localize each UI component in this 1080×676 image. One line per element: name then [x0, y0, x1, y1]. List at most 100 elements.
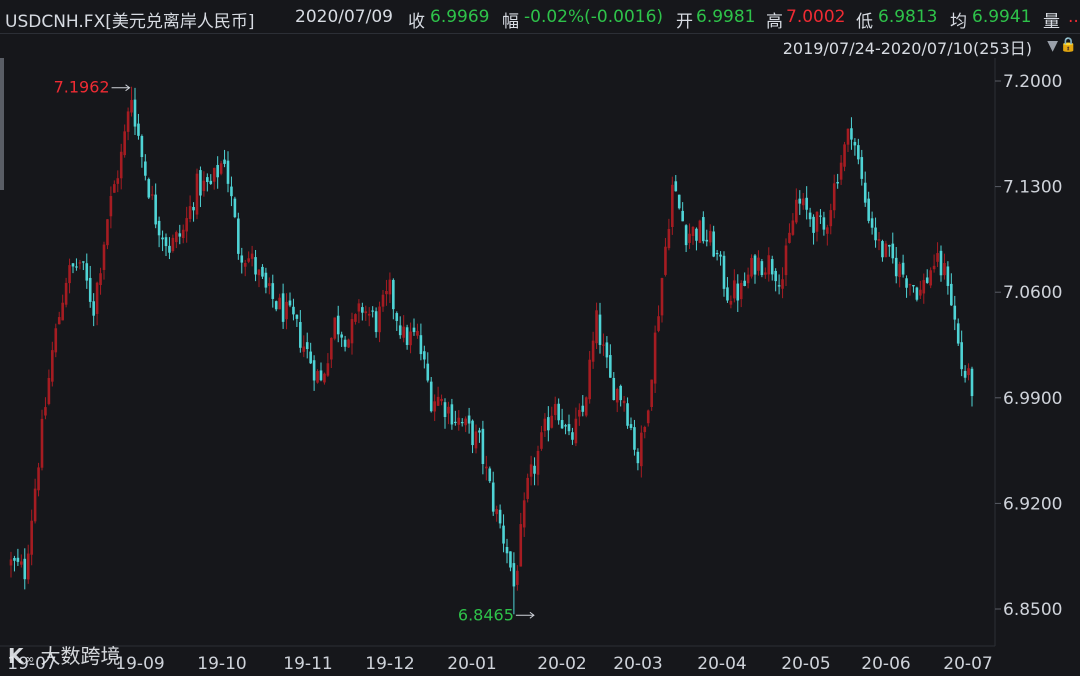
candle-body	[61, 302, 64, 321]
candle-body	[691, 226, 695, 237]
candle-body	[371, 310, 374, 312]
candle-body	[829, 210, 833, 227]
candle-body	[419, 335, 423, 355]
candle-body	[784, 245, 788, 276]
candle-body	[498, 509, 502, 524]
candle-body	[140, 136, 144, 158]
candle-body	[226, 160, 230, 184]
candle-body	[970, 368, 974, 397]
candle-body	[836, 182, 839, 184]
candle-body	[657, 316, 660, 331]
candle-body	[805, 197, 808, 210]
candle-body	[299, 322, 302, 348]
y-tick-label: 6.9900	[1003, 389, 1062, 409]
candle-body	[925, 277, 929, 283]
candle-body	[47, 377, 51, 404]
y-axis-ticks: 7.2000 7.1300 7.0600 6.9900 6.9200 6.8500	[995, 72, 1062, 620]
candle-body	[154, 194, 157, 225]
candle-body	[636, 451, 640, 464]
candle-body	[429, 381, 433, 412]
candle-body	[443, 402, 447, 418]
candle-body	[574, 418, 578, 444]
candle-body	[774, 270, 777, 282]
candle-body	[798, 198, 802, 204]
candle-body	[912, 285, 915, 287]
candle-body	[705, 239, 709, 242]
candle-body	[667, 229, 671, 249]
candle-body	[168, 245, 171, 253]
candle-body	[250, 253, 254, 259]
candle-body	[16, 557, 20, 562]
candle-body	[874, 227, 877, 241]
candle-body	[175, 232, 178, 243]
candle-body	[354, 314, 357, 322]
x-tick-label: 20-03	[613, 654, 662, 674]
candle-body	[157, 220, 161, 236]
candle-body	[753, 255, 757, 275]
candle-body	[281, 293, 285, 322]
candle-body	[684, 225, 688, 246]
candle-body	[123, 131, 126, 156]
candle-body	[150, 194, 154, 196]
candle-body	[884, 243, 888, 258]
y-tick-label: 7.1300	[1003, 178, 1062, 198]
x-tick-label: 19-09	[115, 654, 164, 674]
candle-body	[88, 277, 92, 302]
candle-body	[626, 403, 629, 426]
candle-body	[543, 418, 547, 431]
candle-body	[26, 553, 30, 580]
candle-body	[147, 179, 151, 198]
candle-body	[881, 241, 884, 258]
candle-body	[736, 283, 740, 301]
candle-body	[757, 257, 760, 271]
candle-body	[436, 396, 440, 406]
candle-body	[591, 340, 595, 362]
candle-body	[212, 167, 216, 182]
candle-body	[850, 128, 853, 140]
candle-body	[323, 373, 326, 383]
candle-body	[388, 279, 392, 295]
candle-body	[237, 218, 240, 254]
watermark: K∞ 大数跨境	[8, 644, 121, 668]
candle-body	[502, 525, 505, 544]
candle-body	[529, 464, 533, 477]
candle-body	[867, 198, 870, 221]
candle-body	[133, 99, 137, 127]
candle-body	[64, 282, 68, 305]
candle-body	[460, 421, 464, 424]
candle-body	[495, 509, 498, 515]
candle-body	[82, 261, 85, 263]
candle-body	[839, 162, 843, 180]
candle-body	[447, 406, 450, 414]
candle-body	[464, 418, 467, 426]
candle-body	[891, 243, 895, 259]
watermark-logo: K	[8, 644, 25, 668]
candle-body	[781, 279, 784, 289]
candle-body	[106, 219, 109, 246]
candle-body	[526, 477, 529, 499]
candle-body	[788, 232, 791, 243]
candle-body	[615, 389, 619, 403]
candle-body	[395, 313, 399, 321]
candle-body	[130, 100, 133, 113]
candle-body	[857, 145, 860, 160]
candle-body	[826, 227, 829, 234]
candle-body	[698, 220, 702, 243]
candle-body	[288, 300, 292, 306]
candle-body	[760, 261, 764, 276]
candle-body	[240, 255, 244, 263]
candle-body	[119, 151, 123, 179]
candle-body	[357, 303, 361, 312]
candle-body	[392, 279, 395, 310]
candle-body	[412, 327, 416, 333]
candle-body	[336, 315, 340, 335]
candle-body	[619, 385, 622, 401]
candle-body	[770, 259, 774, 275]
candle-body	[268, 283, 271, 287]
candle-body	[681, 210, 684, 222]
candle-body	[178, 233, 182, 237]
candle-body	[943, 263, 946, 276]
candle-body	[860, 157, 864, 179]
candle-body	[674, 181, 678, 192]
candle-body	[602, 344, 605, 346]
